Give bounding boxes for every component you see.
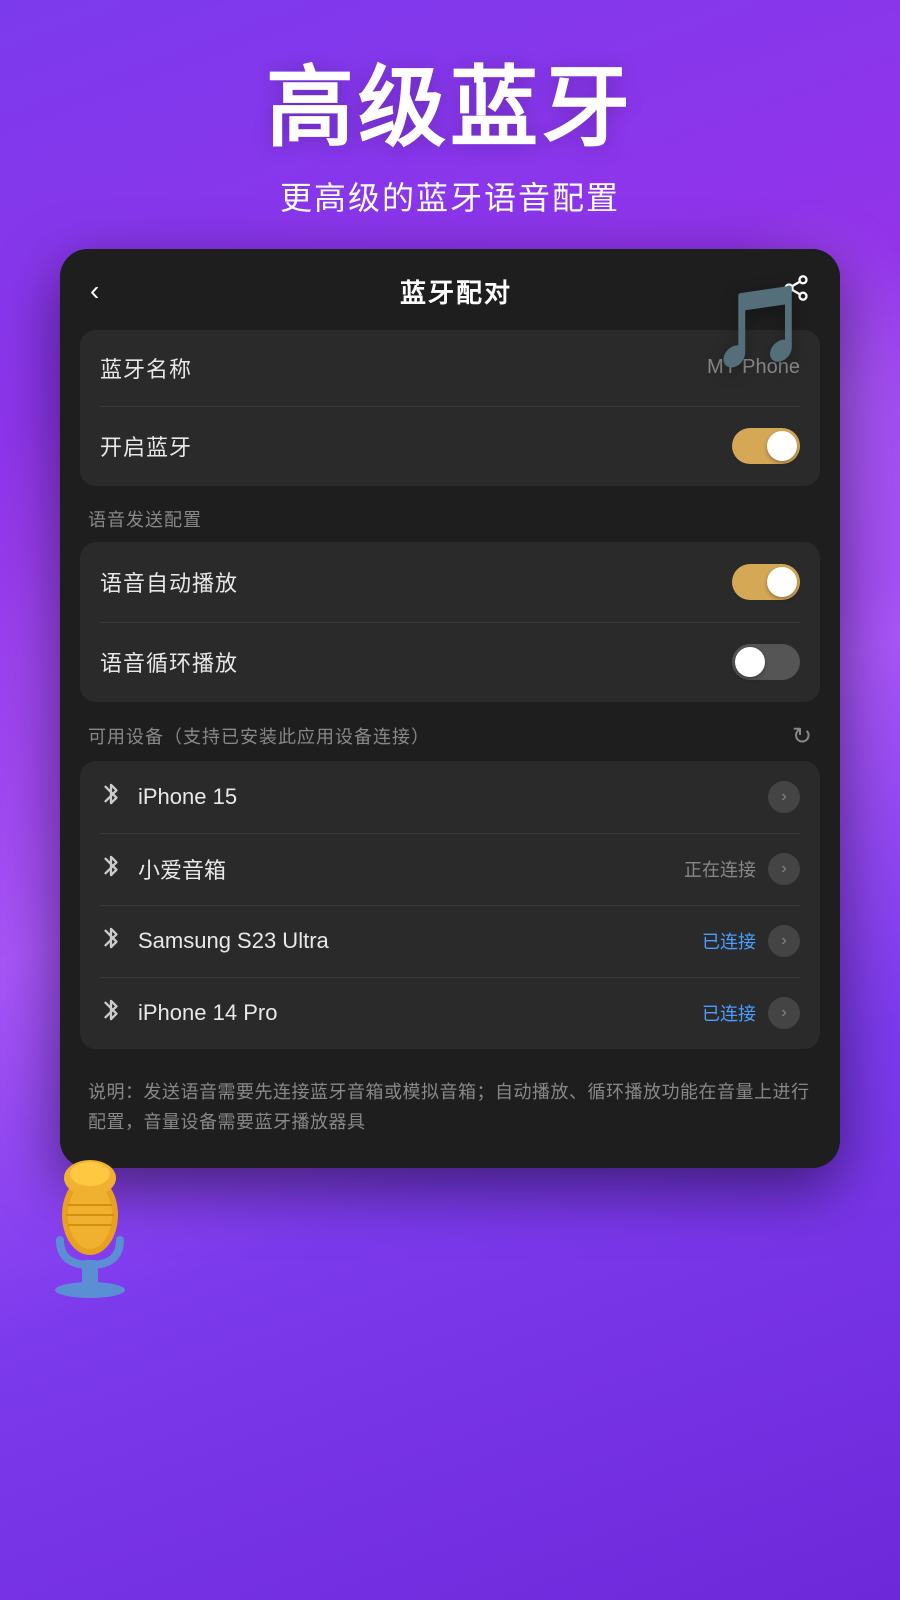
devices-section-label: 可用设备（支持已安装此应用设备连接） — [88, 723, 430, 749]
chevron-right-icon: › — [781, 932, 786, 950]
bottom-description: 说明：发送语音需要先连接蓝牙音箱或模拟音箱；自动播放、循环播放功能在音量上进行配… — [60, 1057, 840, 1168]
voice-loopplay-label: 语音循环播放 — [100, 646, 238, 678]
device-chevron-button[interactable]: › — [768, 781, 800, 813]
device-row[interactable]: iPhone 14 Pro 已连接 › — [80, 977, 820, 1049]
devices-section: 可用设备（支持已安装此应用设备连接） ↻ iPhone 15 › 小爱音箱 正在连接… — [60, 710, 840, 1049]
device-chevron-button[interactable]: › — [768, 925, 800, 957]
device-chevron-button[interactable]: › — [768, 853, 800, 885]
device-row[interactable]: Samsung S23 Ultra 已连接 › — [80, 905, 820, 977]
device-name: Samsung S23 Ultra — [138, 928, 329, 954]
device-left: iPhone 14 Pro — [100, 997, 277, 1029]
voice-autoplay-toggle[interactable] — [732, 564, 800, 600]
bluetooth-enable-toggle[interactable] — [732, 428, 800, 464]
voice-loopplay-row: 语音循环播放 — [80, 622, 820, 702]
header-section: 高级蓝牙 更高级的蓝牙语音配置 — [0, 0, 900, 249]
toggle-knob — [767, 431, 797, 461]
phone-card: ‹ 蓝牙配对 蓝牙名称 MY Phone 开启蓝牙 — [60, 249, 840, 1168]
devices-list: iPhone 15 › 小爱音箱 正在连接 › Samsung S23 Ultra 已连… — [80, 761, 820, 1049]
voice-loopplay-toggle[interactable] — [732, 644, 800, 680]
bluetooth-icon — [100, 853, 122, 885]
chevron-right-icon: › — [781, 788, 786, 806]
bluetooth-name-row: 蓝牙名称 MY Phone — [80, 330, 820, 406]
page-title: 蓝牙配对 — [400, 273, 512, 310]
toggle-knob-autoplay — [767, 567, 797, 597]
device-name: iPhone 14 Pro — [138, 1000, 277, 1026]
bluetooth-icon — [100, 781, 122, 813]
chevron-right-icon: › — [781, 860, 786, 878]
bluetooth-icon — [100, 997, 122, 1029]
bluetooth-name-label: 蓝牙名称 — [100, 352, 192, 384]
bluetooth-settings-card: 蓝牙名称 MY Phone 开启蓝牙 — [80, 330, 820, 486]
device-right: 正在连接 › — [684, 853, 800, 885]
device-row[interactable]: iPhone 15 › — [80, 761, 820, 833]
device-left: Samsung S23 Ultra — [100, 925, 329, 957]
devices-header: 可用设备（支持已安装此应用设备连接） ↻ — [80, 710, 820, 761]
voice-settings-card: 语音自动播放 语音循环播放 — [80, 542, 820, 702]
device-right: 已连接 › — [702, 997, 800, 1029]
device-chevron-button[interactable]: › — [768, 997, 800, 1029]
voice-autoplay-label: 语音自动播放 — [100, 566, 238, 598]
voice-section-label: 语音发送配置 — [80, 494, 820, 542]
device-left: 小爱音箱 — [100, 853, 226, 885]
voice-autoplay-row: 语音自动播放 — [80, 542, 820, 622]
device-left: iPhone 15 — [100, 781, 237, 813]
mic-decoration — [30, 1160, 150, 1300]
toggle-knob-loop — [735, 647, 765, 677]
device-status: 已连接 — [702, 928, 756, 954]
bluetooth-enable-label: 开启蓝牙 — [100, 430, 192, 462]
device-status: 已连接 — [702, 1000, 756, 1026]
chevron-right-icon: › — [781, 1004, 786, 1022]
device-name: 小爱音箱 — [138, 853, 226, 885]
device-right: 已连接 › — [702, 925, 800, 957]
devices-card: iPhone 15 › 小爱音箱 正在连接 › Samsung S23 Ultra 已连… — [80, 761, 820, 1049]
refresh-button[interactable]: ↻ — [792, 722, 812, 751]
device-name: iPhone 15 — [138, 784, 237, 810]
main-title: 高级蓝牙 — [0, 60, 900, 157]
back-button[interactable]: ‹ — [90, 275, 130, 307]
music-note-decoration: 🎵 — [710, 280, 810, 374]
bluetooth-icon — [100, 925, 122, 957]
device-status: 正在连接 — [684, 856, 756, 882]
device-right: › — [768, 781, 800, 813]
bluetooth-enable-row: 开启蓝牙 — [80, 406, 820, 486]
sub-title: 更高级的蓝牙语音配置 — [0, 173, 900, 219]
voice-settings-section: 语音发送配置 语音自动播放 语音循环播放 — [60, 494, 840, 702]
device-row[interactable]: 小爱音箱 正在连接 › — [80, 833, 820, 905]
